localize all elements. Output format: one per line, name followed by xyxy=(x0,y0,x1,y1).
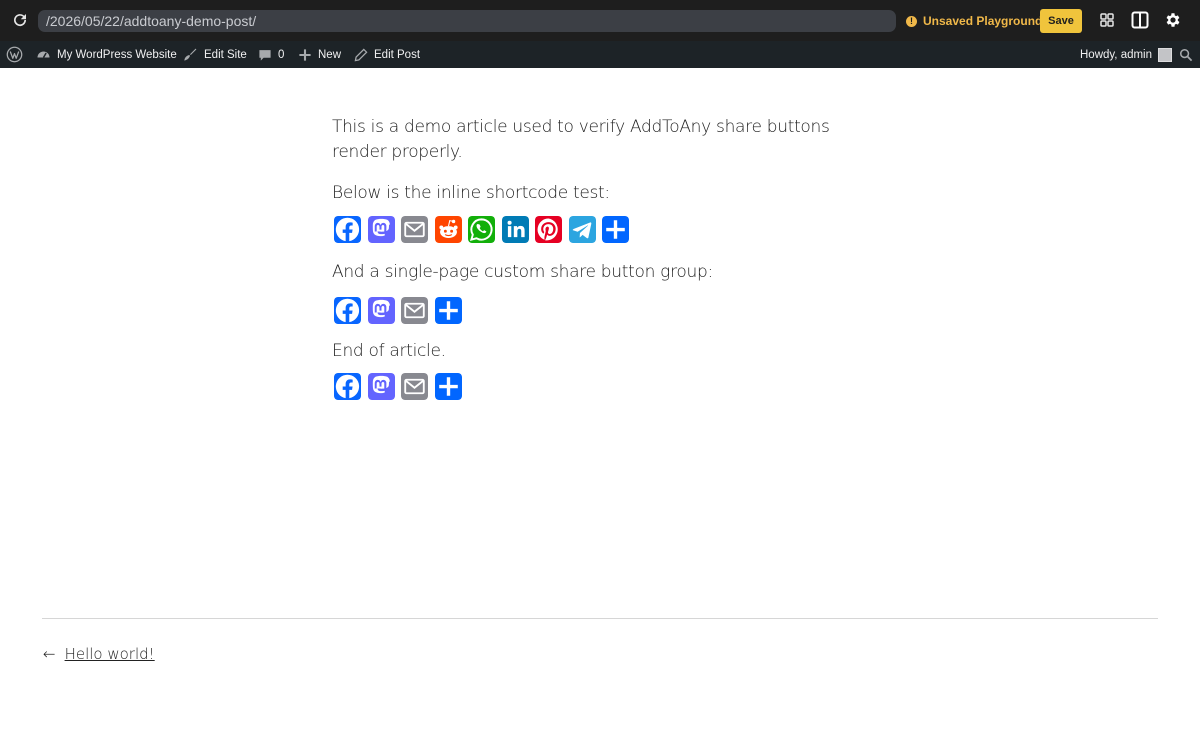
share-buttons-inline xyxy=(334,216,852,248)
howdy-label: Howdy, admin xyxy=(1080,48,1153,61)
share-whatsapp-button[interactable] xyxy=(468,216,500,248)
email-icon xyxy=(401,216,428,243)
wp-admin-bar: My WordPress Website Edit Site 0 New Edi… xyxy=(0,41,1200,68)
facebook-icon xyxy=(334,216,361,243)
wordpress-logo-icon xyxy=(6,46,23,63)
edit-site-label: Edit Site xyxy=(204,48,247,61)
share-share-button[interactable] xyxy=(434,373,467,405)
share-buttons-custom xyxy=(334,297,852,329)
previous-post-nav[interactable]: ← Hello world! xyxy=(43,645,155,663)
admin-search[interactable] xyxy=(1179,41,1193,68)
share-linkedin-button[interactable] xyxy=(501,216,534,248)
site-name-label: My WordPress Website xyxy=(57,48,177,61)
post-navigation-divider xyxy=(42,618,1158,619)
pinterest-icon xyxy=(535,216,562,243)
share-facebook-button[interactable] xyxy=(334,373,366,405)
save-button[interactable]: Save xyxy=(1040,9,1082,33)
playground-toolbar: /2026/05/22/addtoany-demo-post/ ! Unsave… xyxy=(0,0,1200,41)
url-bar[interactable]: /2026/05/22/addtoany-demo-post/ xyxy=(38,10,896,32)
gear-icon[interactable] xyxy=(1164,11,1182,29)
inline-test-paragraph: Below is the inline shortcode test: xyxy=(332,183,610,203)
new-label: New xyxy=(318,48,342,61)
edit-post-link[interactable]: Edit Post xyxy=(354,41,420,68)
dashboard-icon xyxy=(37,51,50,58)
comments-count: 0 xyxy=(278,48,285,61)
mastodon-icon xyxy=(367,297,395,324)
end-paragraph: End of article. xyxy=(332,341,446,361)
blocks-icon[interactable] xyxy=(1098,11,1116,29)
share-email-button[interactable] xyxy=(401,216,433,248)
share-reddit-button[interactable] xyxy=(434,216,467,248)
share-mastodon-button[interactable] xyxy=(367,216,400,248)
account-menu[interactable]: Howdy, admin xyxy=(1080,41,1173,68)
status-label: Unsaved Playground xyxy=(923,14,1043,28)
mastodon-icon xyxy=(367,373,395,400)
telegram-icon xyxy=(568,216,596,243)
edit-site-link[interactable]: Edit Site xyxy=(182,41,247,68)
share-icon xyxy=(434,373,462,400)
comment-icon xyxy=(259,49,271,61)
pencil-icon xyxy=(354,48,368,61)
email-icon xyxy=(401,373,428,400)
refresh-icon[interactable] xyxy=(11,11,29,29)
comments-link[interactable]: 0 xyxy=(258,41,284,68)
share-buttons-footer xyxy=(334,373,852,405)
post-content: This is a demo article used to verify Ad… xyxy=(332,115,852,405)
mastodon-icon xyxy=(367,216,395,243)
share-email-button[interactable] xyxy=(401,297,433,329)
wordpress-logo-menu[interactable] xyxy=(6,41,23,68)
share-icon xyxy=(434,297,462,324)
share-mastodon-button[interactable] xyxy=(367,297,400,329)
share-email-button[interactable] xyxy=(401,373,433,405)
share-pinterest-button[interactable] xyxy=(535,216,567,248)
plus-icon xyxy=(299,48,311,61)
intro-paragraph: This is a demo article used to verify Ad… xyxy=(332,117,830,162)
arrow-left-icon: ← xyxy=(43,645,56,663)
facebook-icon xyxy=(334,297,361,324)
linkedin-icon xyxy=(501,216,529,243)
share-share-button[interactable] xyxy=(434,297,467,329)
warning-icon: ! xyxy=(906,15,917,27)
custom-group-paragraph: And a single-page custom share button gr… xyxy=(332,262,713,282)
previous-post-link[interactable]: Hello world! xyxy=(65,645,155,663)
email-icon xyxy=(401,297,428,324)
sidebar-toggle-icon[interactable] xyxy=(1131,11,1149,29)
share-facebook-button[interactable] xyxy=(334,297,366,329)
search-icon xyxy=(1179,48,1193,61)
playground-status[interactable]: ! Unsaved Playground xyxy=(906,14,1042,28)
avatar xyxy=(1158,47,1173,62)
share-icon xyxy=(602,216,629,243)
brush-icon xyxy=(184,48,197,61)
share-share-button[interactable] xyxy=(602,216,634,248)
share-telegram-button[interactable] xyxy=(568,216,601,248)
reddit-icon xyxy=(434,216,462,243)
facebook-icon xyxy=(334,373,361,400)
whatsapp-icon xyxy=(468,216,495,243)
edit-post-label: Edit Post xyxy=(374,48,421,61)
share-mastodon-button[interactable] xyxy=(367,373,400,405)
share-facebook-button[interactable] xyxy=(334,216,366,248)
site-name-menu[interactable]: My WordPress Website xyxy=(36,41,177,68)
new-content-menu[interactable]: New xyxy=(298,41,341,68)
